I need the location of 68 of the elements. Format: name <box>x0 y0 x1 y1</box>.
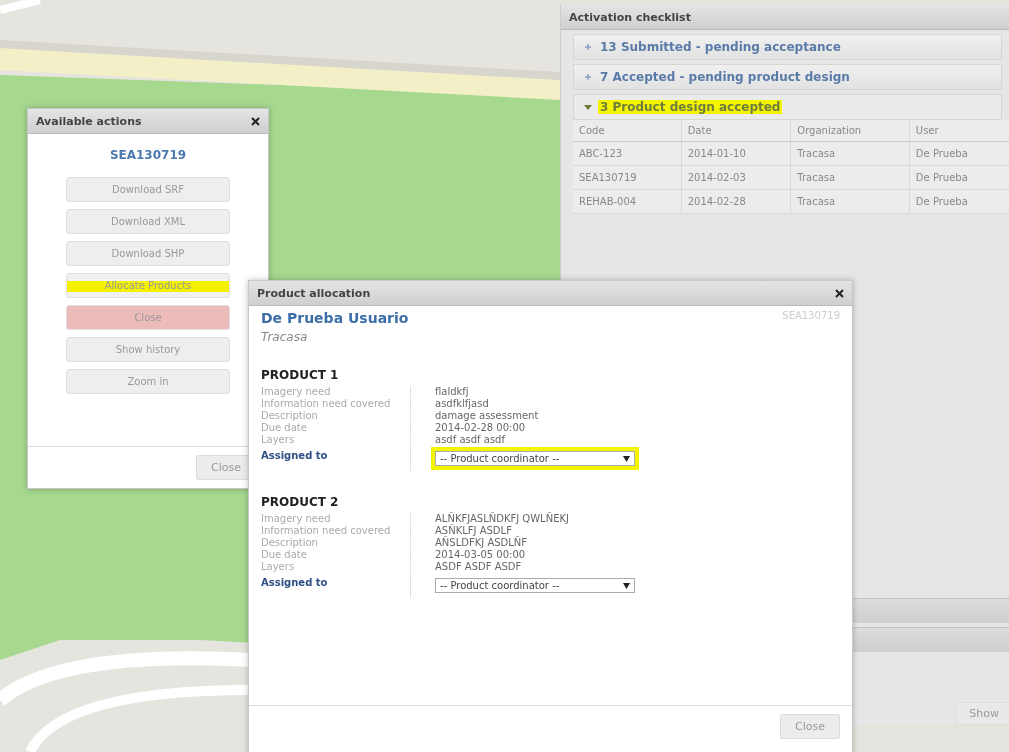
field-label: Due date <box>261 422 411 433</box>
field-value: ALÑKFJASLÑDKFJ QWLÑEKJ <box>434 513 570 524</box>
field-value: damage assessment <box>434 410 540 421</box>
field-label: Description <box>261 410 411 421</box>
table-cell: De Prueba <box>909 165 1009 190</box>
accordion-header[interactable]: 13 Submitted - pending acceptance <box>573 34 1002 60</box>
field-value: flaldkfj <box>434 386 470 397</box>
caret-down-icon <box>584 103 592 111</box>
dialog-title: Product allocation <box>257 286 371 300</box>
close-icon[interactable] <box>835 288 844 298</box>
dropdown-icon <box>623 582 630 589</box>
action-button[interactable]: Close <box>66 305 230 330</box>
field-label: Assigned to <box>261 573 411 598</box>
field-value: asdfklfjasd <box>434 398 490 409</box>
table-cell: Tracasa <box>790 165 910 190</box>
field-label: Assigned to <box>261 446 411 471</box>
field-label: Imagery need <box>261 513 411 524</box>
table-cell: ABC-123 <box>573 141 682 166</box>
close-icon[interactable] <box>251 116 260 126</box>
action-button[interactable]: Zoom in <box>66 369 230 394</box>
select-value: -- Product coordinator -- <box>440 453 560 464</box>
table-cell: REHAB-004 <box>573 189 682 214</box>
field-label: Due date <box>261 549 411 560</box>
action-button[interactable]: Download SHP <box>66 241 230 266</box>
plus-icon <box>584 73 592 81</box>
accordion-header[interactable]: 7 Accepted - pending product design <box>573 64 1002 90</box>
close-button[interactable]: Close <box>780 714 840 739</box>
coordinator-select[interactable]: -- Product coordinator -- <box>431 447 639 470</box>
table-cell: 2014-02-28 <box>681 189 791 214</box>
accordion-header[interactable]: 3 Product design accepted <box>573 94 1002 120</box>
field-label: Information need covered <box>261 525 411 536</box>
select-value: -- Product coordinator -- <box>440 580 560 591</box>
action-button[interactable]: Show history <box>66 337 230 362</box>
action-button[interactable]: Download XML <box>66 209 230 234</box>
show-button[interactable]: Show <box>956 702 1009 725</box>
table-cell: 2014-02-03 <box>681 165 791 190</box>
field-value: AÑSLDFKJ ASDLÑF <box>434 537 529 548</box>
product-heading: PRODUCT 1 <box>261 368 340 382</box>
user-name: De Prueba Usuario <box>261 310 409 326</box>
field-label: Information need covered <box>261 398 411 409</box>
column-header: Organization <box>790 120 910 142</box>
column-header: User <box>909 120 1009 142</box>
field-value: 2014-03-05 00:00 <box>434 549 527 560</box>
field-label: Layers <box>261 561 411 572</box>
organization-name: Tracasa <box>261 330 309 344</box>
table-cell: De Prueba <box>909 189 1009 214</box>
field-label: Imagery need <box>261 386 411 397</box>
plus-icon <box>584 43 592 51</box>
action-button[interactable]: Allocate Products <box>66 273 230 298</box>
action-button[interactable]: Download SRF <box>66 177 230 202</box>
field-label: Description <box>261 537 411 548</box>
table-cell: 2014-01-10 <box>681 141 791 166</box>
column-header: Date <box>681 120 791 142</box>
column-header: Code <box>573 120 682 142</box>
product-heading: PRODUCT 2 <box>261 495 340 509</box>
field-label: Layers <box>261 434 411 445</box>
code-link[interactable]: SEA130719 <box>109 148 187 162</box>
field-value: ASÑKLFJ ASDLF <box>434 525 512 536</box>
field-value: ASDF ASDF ASDF <box>434 561 523 572</box>
panel-title: Activation checklist <box>569 10 691 24</box>
dropdown-icon <box>623 455 630 462</box>
field-value: 2014-02-28 00:00 <box>434 422 527 433</box>
table-cell: De Prueba <box>909 141 1009 166</box>
table-cell: SEA130719 <box>573 165 682 190</box>
table-cell: Tracasa <box>790 189 910 214</box>
dialog-title: Available actions <box>36 114 142 128</box>
table-cell: Tracasa <box>790 141 910 166</box>
field-value: asdf asdf asdf <box>434 434 507 445</box>
